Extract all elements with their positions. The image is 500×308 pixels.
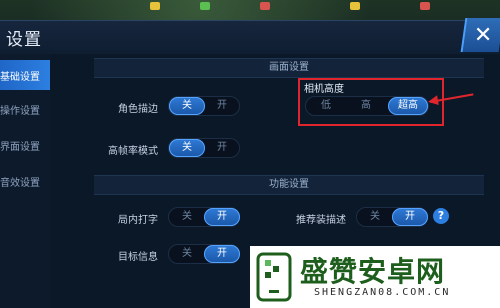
help-icon[interactable]: ? [433,208,449,224]
toggle-on-option[interactable]: 开 [204,97,240,115]
high-fps-label: 高帧率模式 [108,146,158,157]
high-fps-toggle[interactable]: 关 开 [168,138,240,158]
tab-sound-settings[interactable]: 音效设置 [0,166,50,196]
close-icon: ✕ [473,22,493,48]
target-info-toggle[interactable]: 关 开 [168,244,240,264]
toggle-off-option[interactable]: 关 [169,208,205,226]
camera-ultra-option[interactable]: 超高 [388,97,428,115]
toggle-off-option[interactable]: 关 [357,208,393,226]
toggle-off-option[interactable]: 关 [169,245,205,263]
toggle-on-option[interactable]: 开 [204,139,240,157]
camera-height-selector[interactable]: 低 高 超高 [305,96,429,116]
title-bar: 设置 [0,20,500,56]
in-game-typing-toggle[interactable]: 关 开 [168,207,240,227]
camera-height-label: 相机高度 [304,84,344,95]
recommend-gear-toggle[interactable]: 关 开 [356,207,428,227]
tab-control-settings[interactable]: 操作设置 [0,94,50,124]
tab-label: 音效设置 [0,177,40,189]
page-title: 设置 [6,30,42,50]
tab-label: 操作设置 [0,105,40,117]
camera-high-option[interactable]: 高 [346,97,386,115]
hud-icon [260,2,270,10]
hud-icon [200,2,210,10]
camera-low-option[interactable]: 低 [306,97,346,115]
phone-logo-icon [256,252,292,302]
settings-screen: 设置 ✕ 基础设置 操作设置 界面设置 音效设置 画面设置 角色描边 关 开 高… [0,0,500,308]
annotation-arrow-head [427,95,439,107]
hero-outline-toggle[interactable]: 关 开 [168,96,240,116]
toggle-on-option[interactable]: 开 [204,245,240,263]
tab-interface-settings[interactable]: 界面设置 [0,130,50,160]
watermark-site: SHENGZAN08.COM.CN [314,287,451,298]
tab-label: 基础设置 [0,71,40,83]
section-graphics: 画面设置 [94,58,484,78]
toggle-on-option[interactable]: 开 [204,208,240,226]
toggle-off-option[interactable]: 关 [169,97,205,115]
section-function: 功能设置 [94,175,484,195]
watermark-brand: 盛赞安卓网 [300,255,446,288]
in-game-typing-label: 局内打字 [118,215,158,226]
hud-icon [150,2,160,10]
toggle-off-option[interactable]: 关 [169,139,205,157]
hud-icon [420,2,430,10]
tab-label: 界面设置 [0,141,40,153]
tab-basic-settings[interactable]: 基础设置 [0,60,50,90]
toggle-on-option[interactable]: 开 [392,208,428,226]
recommend-gear-label: 推荐装描述 [296,215,346,226]
hud-icon [350,2,360,10]
sidebar: 基础设置 操作设置 界面设置 音效设置 [0,54,51,308]
watermark: 盛赞安卓网 SHENGZAN08.COM.CN [250,246,500,308]
target-info-label: 目标信息 [118,252,158,263]
close-button[interactable]: ✕ [460,18,500,52]
hero-outline-label: 角色描边 [118,104,158,115]
